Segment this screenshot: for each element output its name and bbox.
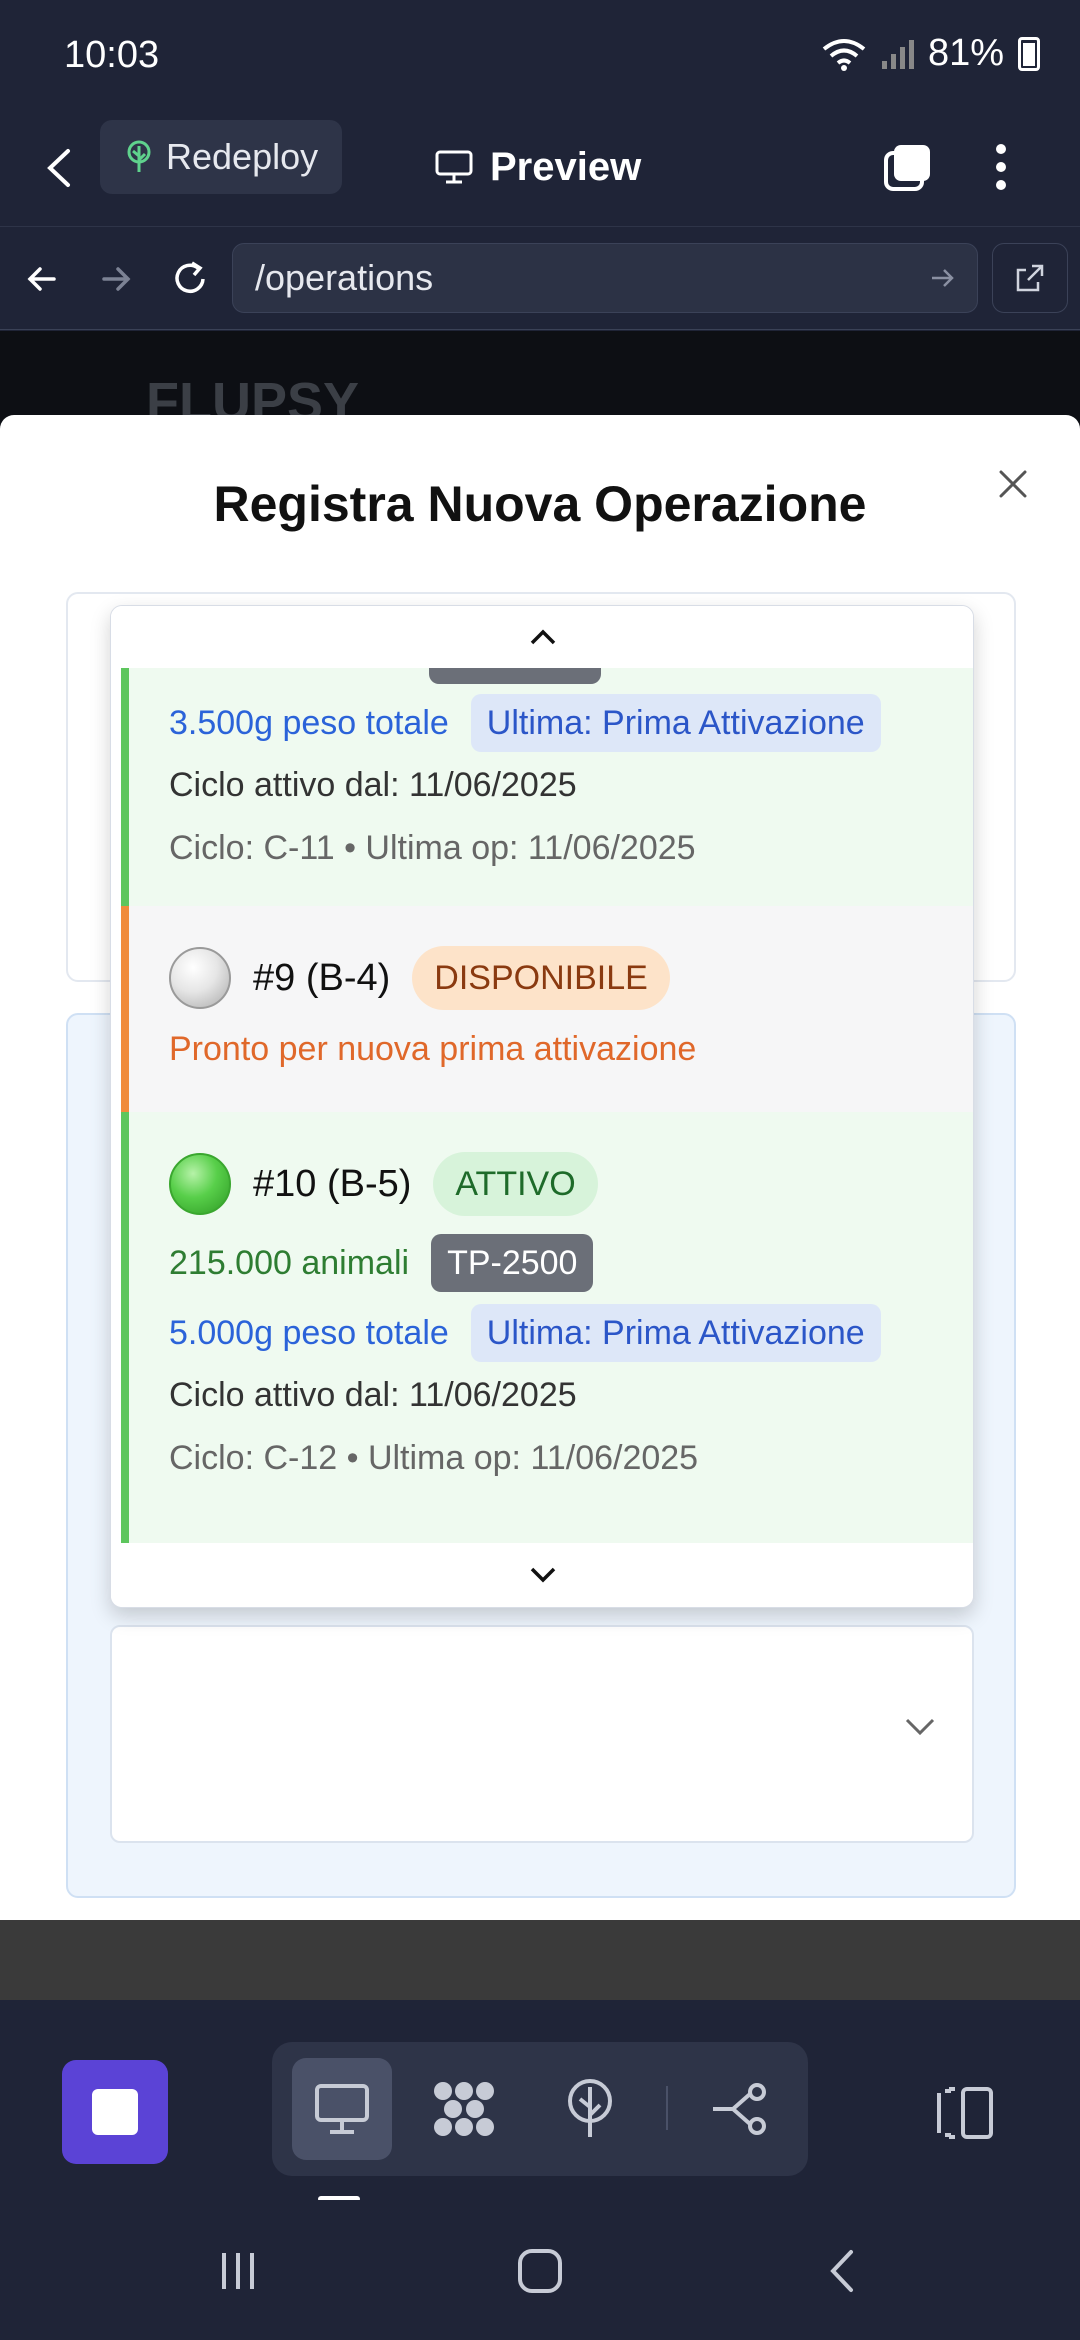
system-back-button[interactable] [802,2236,882,2306]
browser-url-row: /operations [0,226,1080,330]
external-link-icon [1016,264,1044,292]
new-operation-dialog: Registra Nuova Operazione 3.500g peso to… [0,415,1080,1920]
list-item[interactable]: #9 (B-4) DISPONIBILE Pronto per nuova pr… [121,906,973,1112]
close-icon [999,470,1027,498]
basket-title: #9 (B-4) [253,956,391,999]
more-vertical-icon [996,144,1006,190]
signal-icon [881,39,914,69]
basket-weight: 3.500g peso totale [169,703,449,742]
stop-icon [92,2089,138,2135]
url-field[interactable]: /operations [232,243,978,313]
basket-active-icon [169,1153,231,1215]
availability-message: Pronto per nuova prima attivazione [169,1030,697,1068]
status-badge: ATTIVO [433,1152,598,1216]
back-button[interactable] [44,130,94,206]
basket-list: 3.500g peso totale Ultima: Prima Attivaz… [121,668,973,1544]
chevron-down-icon [905,1718,935,1736]
tree-icon [568,2079,612,2137]
wifi-icon [822,38,866,71]
status-badge: DISPONIBILE [412,946,670,1010]
preview-title: Preview [434,130,641,204]
git-view-button[interactable] [690,2058,790,2160]
basket-title: #10 (B-5) [253,1162,412,1205]
cycle-info: Ciclo: C-11 • Ultima op: 11/06/2025 [169,829,696,867]
workspace-view-button[interactable] [414,2058,514,2160]
cycle-start: Ciclo attivo dal: 11/06/2025 [169,766,577,804]
size-tag [429,668,601,684]
arrow-right-icon [102,267,131,291]
redeploy-label: Redeploy [166,136,319,177]
page-dimmed-footer [0,1920,1080,2000]
dialog-title: Registra Nuova Operazione [213,476,867,532]
system-navigation-bar [0,2200,1080,2340]
stop-button[interactable] [62,2060,168,2164]
cycle-start: Ciclo attivo dal: 11/06/2025 [169,1376,577,1414]
preview-view-button[interactable] [292,2058,392,2160]
cycle-info: Ciclo: C-12 • Ultima op: 11/06/2025 [169,1439,699,1477]
arrow-left-icon [27,267,56,291]
app-toolbar: Redeploy Preview [0,110,1080,226]
tabs-button[interactable] [880,130,936,204]
last-operation-tag: Ultima: Prima Attivazione [470,1304,881,1362]
basket-dropdown[interactable]: 3.500g peso totale Ultima: Prima Attivaz… [110,605,974,1608]
battery-icon [1018,36,1040,71]
status-time: 10:03 [64,34,160,76]
basket-weight: 5.000g peso totale [169,1313,449,1352]
chevron-left-icon [830,2250,853,2292]
status-icons: 81% [822,32,1040,75]
monitor-icon [315,2084,369,2134]
close-button[interactable] [988,459,1038,509]
redeploy-button[interactable]: Redeploy [100,120,343,194]
chevron-up-icon [530,629,556,645]
size-tag: TP-2500 [431,1234,594,1292]
list-item[interactable]: 3.500g peso totale Ultima: Prima Attivaz… [121,668,973,906]
home-icon [518,2249,562,2293]
list-item[interactable] [121,1516,973,1544]
open-external-button[interactable] [992,243,1068,313]
monitor-icon [435,150,473,184]
deploy-view-button[interactable] [540,2058,640,2160]
basket-empty-icon [169,947,231,1009]
battery-percent: 81% [927,32,1004,74]
preview-label: Preview [490,144,642,189]
go-arrow-icon[interactable] [929,265,955,291]
last-operation-tag: Ultima: Prima Attivazione [470,694,881,752]
divider [666,2086,668,2130]
recent-apps-icon [222,2253,254,2289]
tabs-icon [884,145,930,191]
view-switcher [272,2042,808,2176]
scroll-up-button[interactable] [111,606,973,668]
recent-apps-button[interactable] [198,2236,278,2306]
reload-button[interactable] [160,249,220,309]
browser-back-button[interactable] [12,249,72,309]
branch-icon [713,2083,766,2135]
status-bar: 10:03 81% [0,0,1080,110]
chevron-left-icon [47,149,70,187]
scroll-down-button[interactable] [111,1543,973,1607]
home-button[interactable] [500,2236,580,2306]
basket-select[interactable] [110,1625,974,1843]
grid-blob-icon [434,2082,494,2136]
bottom-app-bar [0,2000,1080,2202]
split-panel-icon [937,2087,993,2139]
animal-count: 215.000 animali [169,1243,410,1282]
list-item[interactable]: #10 (B-5) ATTIVO 215.000 animali TP-2500… [121,1112,973,1516]
url-text: /operations [255,257,434,298]
chevron-down-icon [530,1567,556,1583]
reload-icon [175,261,205,293]
browser-forward-button[interactable] [86,249,146,309]
split-view-button[interactable] [930,2078,1000,2148]
tree-icon [127,140,151,172]
more-options-button[interactable] [976,130,1026,204]
